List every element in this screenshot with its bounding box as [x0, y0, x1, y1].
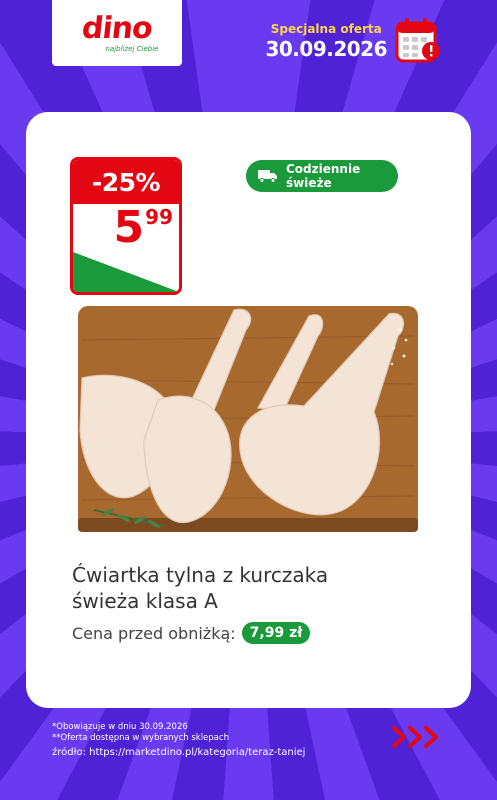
special-offer-label: Specjalna oferta [270, 22, 382, 36]
product-title: Ćwiartka tylna z kurczaka świeża klasa A [72, 562, 452, 614]
price: 5 99 [73, 204, 179, 252]
daily-fresh-label: Codziennie świeże [286, 162, 361, 190]
product-title-line1: Ćwiartka tylna z kurczaka [72, 563, 329, 587]
price-badge: -25% 5 99 [70, 157, 182, 295]
special-offer-header: Specjalna oferta 30.09.2026 [265, 22, 387, 61]
logo-wordmark: dino [80, 10, 154, 46]
footer-validity: *Obowiązuje w dniu 30.09.2026 [52, 722, 188, 732]
footer-source-link[interactable]: źródło: https://marketdino.pl/kategoria/… [52, 747, 305, 758]
price-decimal: 99 [145, 205, 173, 229]
daily-fresh-badge: Codziennie świeże [246, 160, 398, 192]
price-integer: 5 [113, 202, 145, 253]
delivery-truck-icon [258, 170, 277, 183]
badge-green-stripe [73, 252, 179, 292]
previous-price: Cena przed obniżką: 7,99 zł [72, 622, 311, 644]
previous-price-value: 7,99 zł [241, 622, 311, 644]
chicken-legs-on-cutting-board [78, 306, 418, 532]
product-title-line2: świeża klasa A [72, 589, 218, 613]
discount-label: -25% [73, 160, 179, 204]
dino-logo[interactable]: dino najbliżej Ciebie [52, 0, 182, 66]
calendar-alert-icon [395, 18, 440, 63]
triple-chevron-right-icon[interactable] [390, 724, 446, 750]
offer-date: 30.09.2026 [265, 37, 387, 61]
footer-availability: **Oferta dostępna w wybranych sklepach [52, 733, 229, 743]
footer-notes: *Obowiązuje w dniu 30.09.2026 **Oferta d… [52, 722, 305, 758]
previous-price-label: Cena przed obniżką: [72, 623, 236, 643]
